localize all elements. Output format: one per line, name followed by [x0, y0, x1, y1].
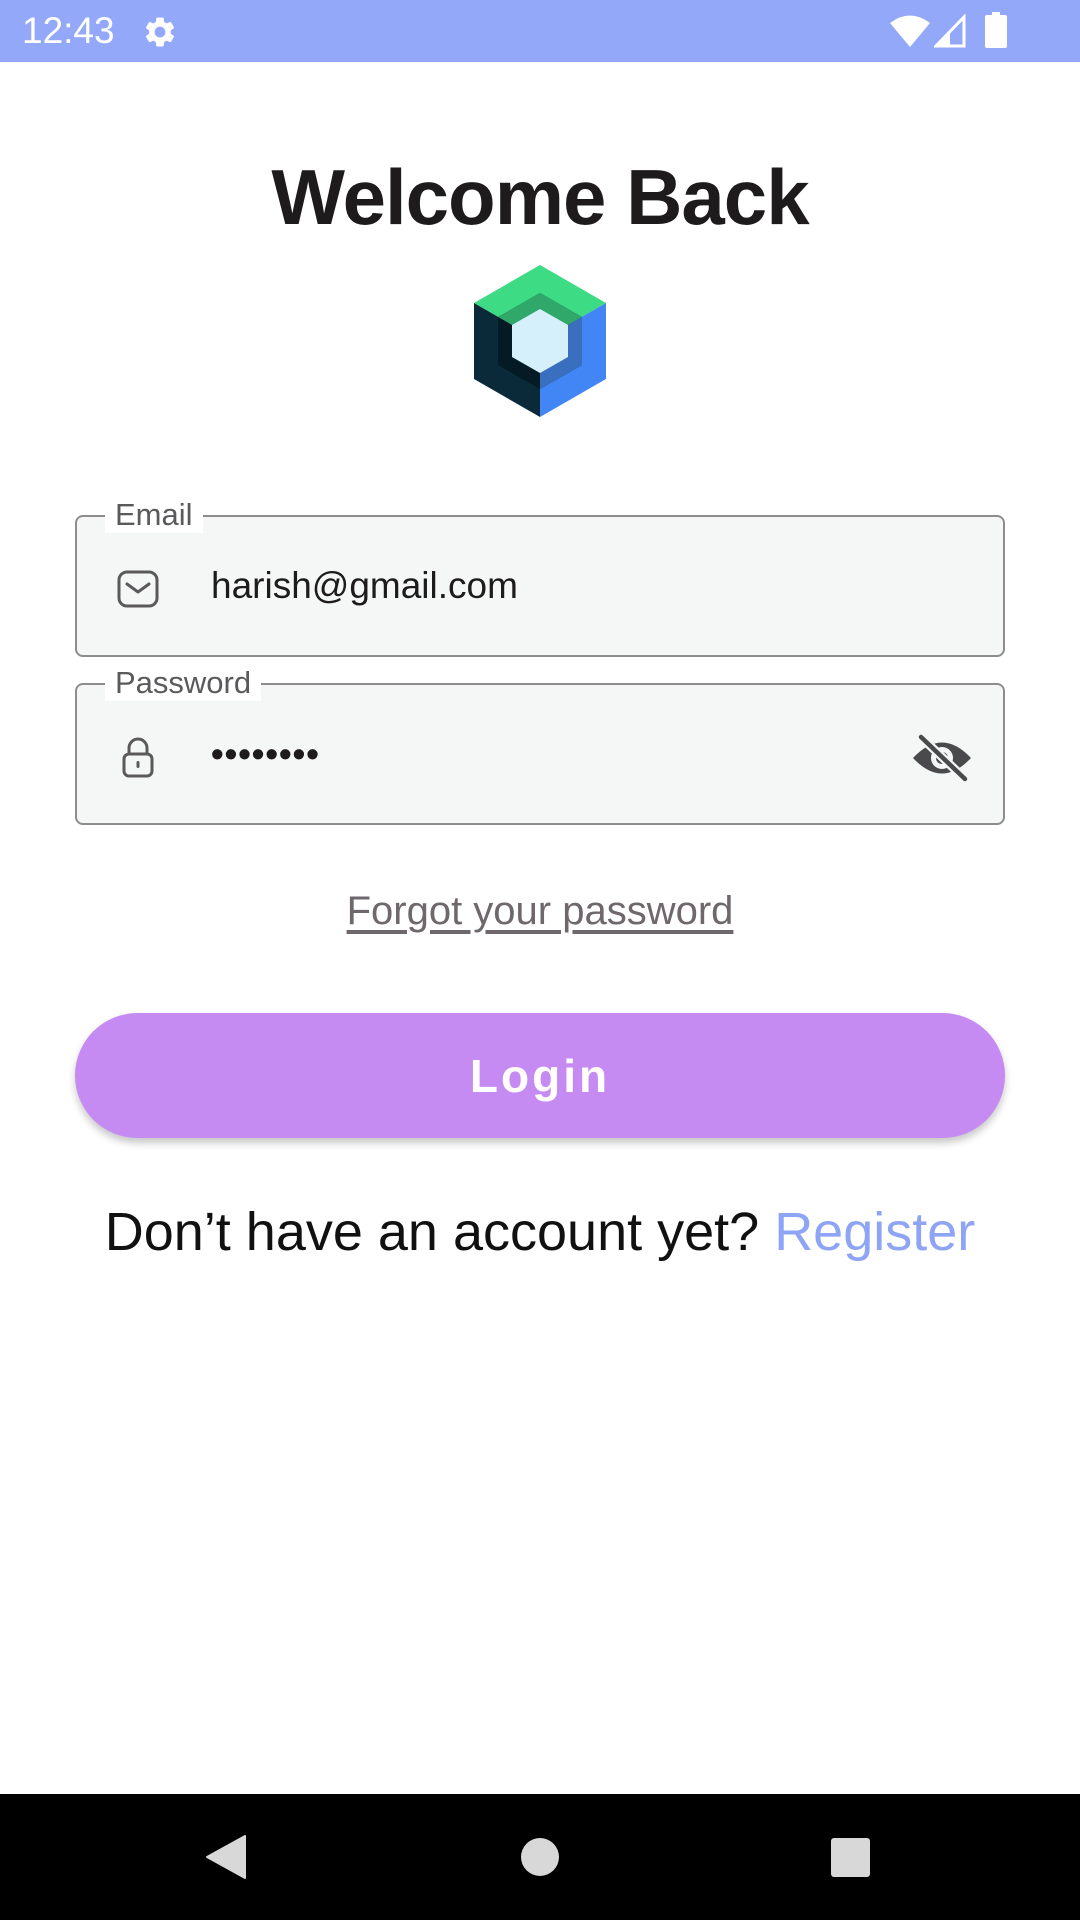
back-icon[interactable] — [205, 1834, 247, 1880]
signal-icon — [934, 14, 966, 48]
password-input[interactable]: •••••••• — [211, 731, 320, 777]
email-label: Email — [105, 497, 203, 533]
login-button-label: Login — [469, 1049, 611, 1102]
register-prompt: Don’t have an account yet? — [104, 1202, 760, 1262]
recents-icon[interactable] — [830, 1837, 871, 1878]
login-screen: 12:43 Welcome Back Email harish@gmail.co… — [0, 0, 1080, 1920]
mail-icon — [117, 570, 159, 608]
status-time: 12:43 — [22, 10, 115, 51]
password-field[interactable]: Password •••••••• — [75, 665, 1005, 825]
forgot-password-link[interactable]: Forgot your password — [0, 887, 1080, 935]
register-link[interactable]: Register — [774, 1202, 975, 1262]
email-field[interactable]: Email harish@gmail.com — [75, 497, 1005, 657]
status-bar: 12:43 — [0, 0, 1080, 62]
login-button[interactable]: Login — [75, 1013, 1005, 1138]
visibility-off-icon[interactable] — [911, 733, 973, 783]
email-input[interactable]: harish@gmail.com — [211, 563, 518, 609]
register-prompt-row: Don’t have an account yet? Register — [0, 1200, 1080, 1264]
battery-icon — [985, 12, 1007, 48]
jetpack-compose-logo-icon — [474, 265, 606, 417]
page-title: Welcome Back — [271, 153, 809, 241]
home-icon[interactable] — [520, 1837, 560, 1877]
lock-icon — [122, 737, 154, 778]
gear-icon — [145, 17, 175, 47]
password-label: Password — [105, 665, 262, 701]
wifi-icon — [890, 15, 930, 47]
navigation-bar — [0, 1794, 1080, 1920]
